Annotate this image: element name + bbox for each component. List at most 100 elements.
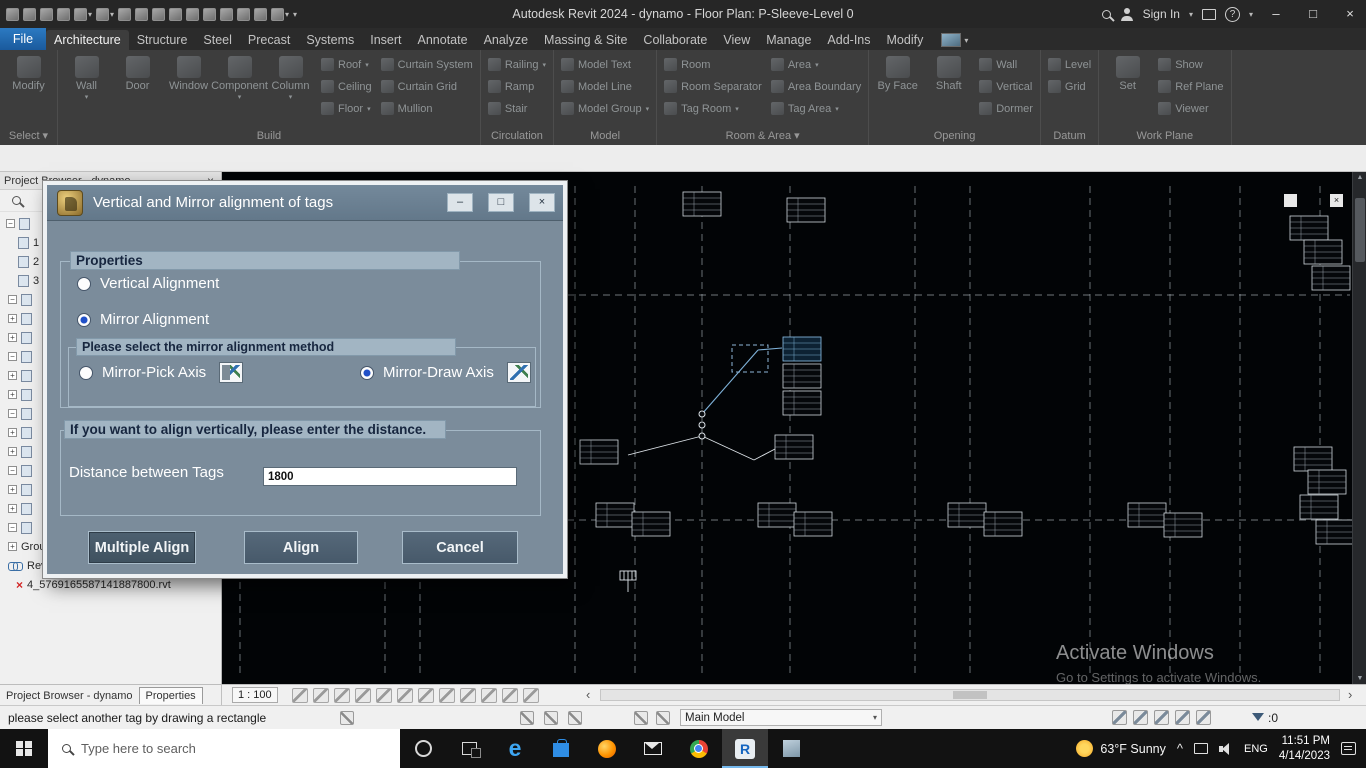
- tree-expand-icon[interactable]: −: [8, 409, 17, 418]
- temporary-hide-isolate-icon[interactable]: [418, 688, 434, 703]
- filter-icon[interactable]: [1252, 713, 1264, 721]
- clock[interactable]: 11:51 PM 4/14/2023: [1279, 734, 1330, 764]
- ribbon-tab-analyze[interactable]: Analyze: [476, 30, 536, 50]
- ribbon-button-viewer[interactable]: Viewer: [1155, 98, 1226, 119]
- firefox-taskbar-button[interactable]: [584, 729, 630, 768]
- weather-widget[interactable]: 63°F Sunny: [1076, 740, 1165, 757]
- status-icon-1[interactable]: [520, 711, 534, 725]
- ribbon-button-by-face[interactable]: By Face: [873, 53, 922, 92]
- distance-input[interactable]: [263, 467, 517, 486]
- chrome-taskbar-button[interactable]: [676, 729, 722, 768]
- align-button[interactable]: Align: [244, 531, 358, 564]
- show-analytical-model-icon[interactable]: [481, 688, 497, 703]
- edge-taskbar-button[interactable]: [492, 729, 538, 768]
- search-icon[interactable]: [1102, 10, 1111, 19]
- ribbon-button-room-separator[interactable]: Room Separator: [661, 76, 765, 97]
- scrollbar-thumb[interactable]: [1355, 198, 1365, 262]
- tag-by-category-button[interactable]: [169, 8, 182, 21]
- sign-in-menu-arrow[interactable]: ▾: [1189, 10, 1193, 19]
- panel-tab-properties[interactable]: Properties: [139, 687, 203, 704]
- ribbon-button-wall[interactable]: Wall▾: [62, 53, 111, 101]
- tree-expand-icon[interactable]: +: [8, 314, 17, 323]
- revit-taskbar-button[interactable]: [722, 729, 768, 768]
- panel-tab-project-browser-dynamo[interactable]: Project Browser - dynamo: [0, 688, 139, 704]
- ribbon-tab-insert[interactable]: Insert: [362, 30, 409, 50]
- tree-expand-icon[interactable]: −: [8, 295, 17, 304]
- cancel-button[interactable]: Cancel: [402, 531, 518, 564]
- crop-view-icon[interactable]: [376, 688, 392, 703]
- horizontal-scrollbar-thumb[interactable]: [953, 691, 987, 699]
- maximize-button[interactable]: □: [1299, 0, 1327, 28]
- reveal-constraints-icon[interactable]: [502, 688, 518, 703]
- ribbon-button-mullion[interactable]: Mullion: [378, 98, 476, 119]
- ribbon-button-stair[interactable]: Stair: [485, 98, 549, 119]
- close-hidden-windows-button[interactable]: [254, 8, 267, 21]
- ribbon-button-component[interactable]: Component▾: [215, 53, 264, 101]
- mirror-alignment-option[interactable]: Mirror Alignment: [77, 311, 209, 328]
- ribbon-button-show[interactable]: Show: [1155, 54, 1226, 75]
- ribbon-tab-structure[interactable]: Structure: [129, 30, 196, 50]
- ribbon-tab-steel[interactable]: Steel: [195, 30, 240, 50]
- default-3d-view-button[interactable]: [203, 8, 216, 21]
- worksets-icon[interactable]: [634, 711, 648, 725]
- status-icon-3[interactable]: [568, 711, 582, 725]
- ribbon-button-shaft[interactable]: Shaft: [924, 53, 973, 92]
- save-button[interactable]: [40, 8, 53, 21]
- tree-expand-icon[interactable]: +: [8, 333, 17, 342]
- select-pinned-elements-icon[interactable]: [1154, 710, 1169, 725]
- print-button[interactable]: [118, 8, 131, 21]
- tree-expand-icon[interactable]: −: [6, 219, 15, 228]
- taskbar-search[interactable]: [48, 729, 400, 768]
- ribbon-tab-precast[interactable]: Precast: [240, 30, 298, 50]
- ribbon-button-area-boundary[interactable]: Area Boundary: [768, 76, 864, 97]
- switch-windows-menu-arrow[interactable]: ▾: [285, 10, 289, 19]
- ribbon-button-tag-room[interactable]: Tag Room▾: [661, 98, 765, 119]
- ribbon-button-tag-area[interactable]: Tag Area▾: [768, 98, 864, 119]
- help-menu-arrow[interactable]: ▾: [1249, 10, 1253, 19]
- network-icon[interactable]: [1194, 743, 1208, 754]
- detail-level-icon[interactable]: [292, 688, 308, 703]
- minimize-button[interactable]: –: [1262, 0, 1290, 28]
- design-options-icon[interactable]: [656, 711, 670, 725]
- taskbar-search-input[interactable]: [81, 741, 361, 756]
- scroll-down-arrow[interactable]: ▼: [1353, 675, 1366, 682]
- file-tab[interactable]: File: [0, 28, 46, 50]
- mail-taskbar-button[interactable]: [630, 729, 676, 768]
- ribbon-tab-annotate[interactable]: Annotate: [410, 30, 476, 50]
- tray-expand-arrow[interactable]: ^: [1177, 741, 1183, 756]
- thin-lines-button[interactable]: [237, 8, 250, 21]
- measure-button[interactable]: [135, 8, 148, 21]
- vertical-scrollbar[interactable]: ▲ ▼: [1352, 172, 1366, 684]
- pan-hand-icon[interactable]: [340, 711, 354, 725]
- tree-expand-icon[interactable]: +: [8, 447, 17, 456]
- ribbon-button-ramp[interactable]: Ramp: [485, 76, 549, 97]
- ribbon-button-door[interactable]: Door: [113, 53, 162, 101]
- status-icon-2[interactable]: [544, 711, 558, 725]
- tree-expand-icon[interactable]: +: [8, 542, 17, 551]
- ribbon-button-curtain-grid[interactable]: Curtain Grid: [378, 76, 476, 97]
- ribbon-button-ref-plane[interactable]: Ref Plane: [1155, 76, 1226, 97]
- dialog-minimize-button[interactable]: –: [447, 193, 473, 212]
- tree-expand-icon[interactable]: −: [8, 523, 17, 532]
- language-label[interactable]: ENG: [1244, 743, 1268, 755]
- volume-icon[interactable]: [1219, 743, 1233, 755]
- undo-menu-arrow[interactable]: ▾: [88, 10, 92, 19]
- undo-button[interactable]: ▾: [74, 8, 92, 21]
- select-elements-by-face-icon[interactable]: [1175, 710, 1190, 725]
- visual-style-icon[interactable]: [313, 688, 329, 703]
- ribbon-button-vertical[interactable]: Vertical: [976, 76, 1036, 97]
- qat-customize-arrow[interactable]: ▾: [293, 10, 297, 19]
- vertical-alignment-radio[interactable]: [77, 277, 91, 291]
- task-view-taskbar-button[interactable]: [446, 729, 492, 768]
- view-scale-button[interactable]: 1 : 100: [232, 687, 278, 703]
- ribbon-button-curtain-system[interactable]: Curtain System: [378, 54, 476, 75]
- ribbon-button-set[interactable]: Set: [1103, 53, 1152, 92]
- ribbon-button-railing[interactable]: Railing▾: [485, 54, 549, 75]
- action-center-icon[interactable]: [1341, 742, 1356, 755]
- view-close-icon[interactable]: ×: [1330, 194, 1343, 207]
- redo-menu-arrow[interactable]: ▾: [110, 10, 114, 19]
- ribbon-tab-massing-site[interactable]: Massing & Site: [536, 30, 635, 50]
- help-icon[interactable]: ?: [1225, 7, 1240, 22]
- dialog-close-button[interactable]: ×: [529, 193, 555, 212]
- tree-expand-icon[interactable]: +: [8, 485, 17, 494]
